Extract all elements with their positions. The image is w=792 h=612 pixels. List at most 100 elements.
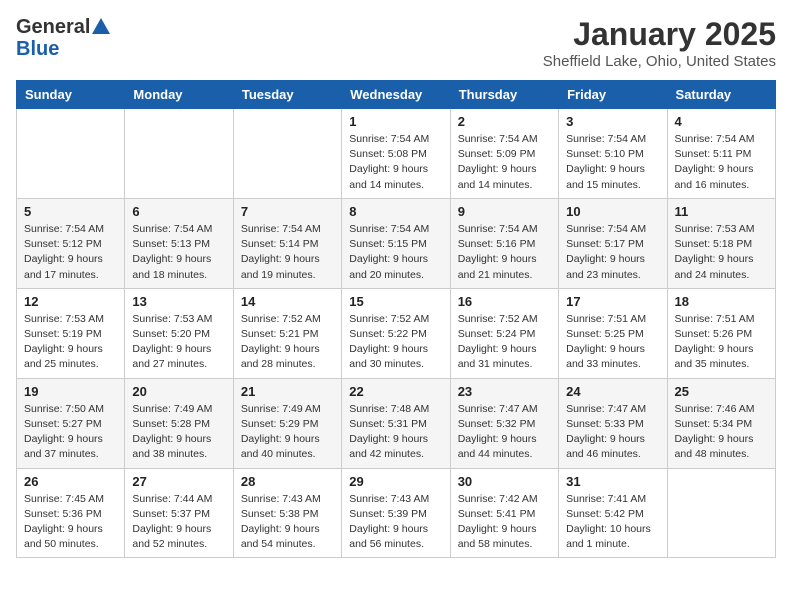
calendar-table: SundayMondayTuesdayWednesdayThursdayFrid… (16, 80, 776, 558)
calendar-cell: 28Sunrise: 7:43 AM Sunset: 5:38 PM Dayli… (233, 468, 341, 558)
day-info: Sunrise: 7:48 AM Sunset: 5:31 PM Dayligh… (349, 402, 442, 463)
day-number: 12 (24, 294, 117, 309)
calendar-cell: 12 Sunrise: 7:53 AM Sunset: 5:19 PM Dayli… (17, 288, 125, 378)
day-of-week-header: Tuesday (233, 81, 341, 109)
calendar-cell: 17Sunrise: 7:51 AM Sunset: 5:25 PM Dayli… (559, 288, 667, 378)
calendar-cell: 9Sunrise: 7:54 AM Sunset: 5:16 PM Daylig… (450, 198, 558, 288)
day-number: 22 (349, 384, 442, 399)
calendar-cell (233, 109, 341, 199)
calendar-cell: 23Sunrise: 7:47 AM Sunset: 5:32 PM Dayli… (450, 378, 558, 468)
day-number: 20 (132, 384, 225, 399)
day-number: 4 (675, 114, 768, 129)
location-title: Sheffield Lake, Ohio, United States (543, 53, 776, 70)
day-info: Sunrise: 7:47 AM Sunset: 5:33 PM Dayligh… (566, 402, 659, 463)
day-info: Sunrise: 7:53 AM Sunset: 5:18 PM Dayligh… (675, 222, 768, 283)
day-info: Sunrise: 7:50 AM Sunset: 5:27 PM Dayligh… (24, 402, 117, 463)
page-header: General Blue January 2025 Sheffield Lake… (16, 16, 776, 70)
calendar-cell: 4 Sunrise: 7:54 AM Sunset: 5:11 PM Daylig… (667, 109, 775, 199)
calendar-week-row: 12 Sunrise: 7:53 AM Sunset: 5:19 PM Dayli… (17, 288, 776, 378)
day-number: 23 (458, 384, 551, 399)
day-info: Sunrise: 7:54 AM Sunset: 5:10 PM Dayligh… (566, 132, 659, 193)
month-title: January 2025 (543, 16, 776, 53)
day-number: 29 (349, 474, 442, 489)
calendar-cell (667, 468, 775, 558)
calendar-cell: 7 Sunrise: 7:54 AM Sunset: 5:14 PM Daylig… (233, 198, 341, 288)
calendar-week-row: 1Sunrise: 7:54 AM Sunset: 5:08 PM Daylig… (17, 109, 776, 199)
calendar-cell (125, 109, 233, 199)
day-number: 7 (241, 204, 334, 219)
day-info: Sunrise: 7:54 AM Sunset: 5:17 PM Dayligh… (566, 222, 659, 283)
calendar-cell: 1Sunrise: 7:54 AM Sunset: 5:08 PM Daylig… (342, 109, 450, 199)
day-number: 30 (458, 474, 551, 489)
calendar-cell: 25 Sunrise: 7:46 AM Sunset: 5:34 PM Dayli… (667, 378, 775, 468)
day-info: Sunrise: 7:54 AM Sunset: 5:09 PM Dayligh… (458, 132, 551, 193)
calendar-week-row: 26Sunrise: 7:45 AM Sunset: 5:36 PM Dayli… (17, 468, 776, 558)
day-of-week-header: Monday (125, 81, 233, 109)
day-info: Sunrise: 7:49 AM Sunset: 5:28 PM Dayligh… (132, 402, 225, 463)
calendar-cell: 21Sunrise: 7:49 AM Sunset: 5:29 PM Dayli… (233, 378, 341, 468)
day-info: Sunrise: 7:45 AM Sunset: 5:36 PM Dayligh… (24, 492, 117, 553)
calendar-cell: 20 Sunrise: 7:49 AM Sunset: 5:28 PM Dayli… (125, 378, 233, 468)
day-number: 15 (349, 294, 442, 309)
day-info: Sunrise: 7:42 AM Sunset: 5:41 PM Dayligh… (458, 492, 551, 553)
day-number: 1 (349, 114, 442, 129)
logo-blue: Blue (16, 38, 59, 60)
day-number: 31 (566, 474, 659, 489)
day-info: Sunrise: 7:52 AM Sunset: 5:22 PM Dayligh… (349, 312, 442, 373)
day-info: Sunrise: 7:51 AM Sunset: 5:26 PM Dayligh… (675, 312, 768, 373)
day-info: Sunrise: 7:52 AM Sunset: 5:24 PM Dayligh… (458, 312, 551, 373)
calendar-cell: 31 Sunrise: 7:41 AM Sunset: 5:42 PM Dayli… (559, 468, 667, 558)
calendar-week-row: 5Sunrise: 7:54 AM Sunset: 5:12 PM Daylig… (17, 198, 776, 288)
calendar-cell: 10 Sunrise: 7:54 AM Sunset: 5:17 PM Dayli… (559, 198, 667, 288)
calendar-cell: 26Sunrise: 7:45 AM Sunset: 5:36 PM Dayli… (17, 468, 125, 558)
calendar-cell: 13 Sunrise: 7:53 AM Sunset: 5:20 PM Dayli… (125, 288, 233, 378)
calendar-cell: 29Sunrise: 7:43 AM Sunset: 5:39 PM Dayli… (342, 468, 450, 558)
calendar-cell: 8 Sunrise: 7:54 AM Sunset: 5:15 PM Daylig… (342, 198, 450, 288)
calendar-week-row: 19 Sunrise: 7:50 AM Sunset: 5:27 PM Dayli… (17, 378, 776, 468)
day-info: Sunrise: 7:53 AM Sunset: 5:20 PM Dayligh… (132, 312, 225, 373)
day-info: Sunrise: 7:44 AM Sunset: 5:37 PM Dayligh… (132, 492, 225, 553)
day-number: 19 (24, 384, 117, 399)
day-number: 13 (132, 294, 225, 309)
day-info: Sunrise: 7:41 AM Sunset: 5:42 PM Dayligh… (566, 492, 659, 553)
calendar-cell: 27 Sunrise: 7:44 AM Sunset: 5:37 PM Dayli… (125, 468, 233, 558)
calendar-cell: 22 Sunrise: 7:48 AM Sunset: 5:31 PM Dayli… (342, 378, 450, 468)
calendar-cell: 19 Sunrise: 7:50 AM Sunset: 5:27 PM Dayli… (17, 378, 125, 468)
calendar-cell: 5Sunrise: 7:54 AM Sunset: 5:12 PM Daylig… (17, 198, 125, 288)
day-info: Sunrise: 7:51 AM Sunset: 5:25 PM Dayligh… (566, 312, 659, 373)
logo-icon (90, 16, 112, 38)
day-info: Sunrise: 7:43 AM Sunset: 5:38 PM Dayligh… (241, 492, 334, 553)
day-number: 6 (132, 204, 225, 219)
day-info: Sunrise: 7:54 AM Sunset: 5:13 PM Dayligh… (132, 222, 225, 283)
day-number: 27 (132, 474, 225, 489)
calendar-cell: 18 Sunrise: 7:51 AM Sunset: 5:26 PM Dayli… (667, 288, 775, 378)
title-block: January 2025 Sheffield Lake, Ohio, Unite… (543, 16, 776, 70)
day-of-week-header: Sunday (17, 81, 125, 109)
day-info: Sunrise: 7:53 AM Sunset: 5:19 PM Dayligh… (24, 312, 117, 373)
day-of-week-header: Saturday (667, 81, 775, 109)
day-info: Sunrise: 7:54 AM Sunset: 5:15 PM Dayligh… (349, 222, 442, 283)
day-number: 18 (675, 294, 768, 309)
day-number: 24 (566, 384, 659, 399)
calendar-cell: 6 Sunrise: 7:54 AM Sunset: 5:13 PM Daylig… (125, 198, 233, 288)
calendar-cell: 11Sunrise: 7:53 AM Sunset: 5:18 PM Dayli… (667, 198, 775, 288)
calendar-cell: 24 Sunrise: 7:47 AM Sunset: 5:33 PM Dayli… (559, 378, 667, 468)
calendar-cell: 30 Sunrise: 7:42 AM Sunset: 5:41 PM Dayli… (450, 468, 558, 558)
day-number: 16 (458, 294, 551, 309)
day-info: Sunrise: 7:46 AM Sunset: 5:34 PM Dayligh… (675, 402, 768, 463)
day-info: Sunrise: 7:49 AM Sunset: 5:29 PM Dayligh… (241, 402, 334, 463)
calendar-cell: 14Sunrise: 7:52 AM Sunset: 5:21 PM Dayli… (233, 288, 341, 378)
logo-general: General (16, 16, 90, 38)
day-number: 25 (675, 384, 768, 399)
day-number: 10 (566, 204, 659, 219)
day-info: Sunrise: 7:54 AM Sunset: 5:11 PM Dayligh… (675, 132, 768, 193)
day-of-week-header: Wednesday (342, 81, 450, 109)
day-info: Sunrise: 7:54 AM Sunset: 5:14 PM Dayligh… (241, 222, 334, 283)
day-number: 8 (349, 204, 442, 219)
day-info: Sunrise: 7:54 AM Sunset: 5:12 PM Dayligh… (24, 222, 117, 283)
calendar-cell: 15 Sunrise: 7:52 AM Sunset: 5:22 PM Dayli… (342, 288, 450, 378)
calendar-cell: 16 Sunrise: 7:52 AM Sunset: 5:24 PM Dayli… (450, 288, 558, 378)
calendar-cell (17, 109, 125, 199)
calendar-cell: 3Sunrise: 7:54 AM Sunset: 5:10 PM Daylig… (559, 109, 667, 199)
day-number: 14 (241, 294, 334, 309)
